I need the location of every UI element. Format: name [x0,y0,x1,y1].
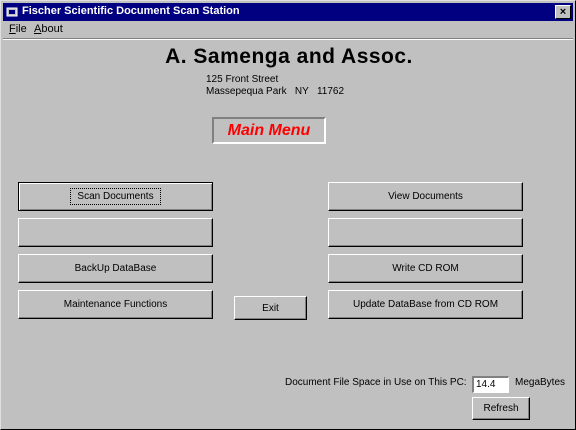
view-documents-button[interactable]: View Documents [328,182,523,211]
scan-documents-button[interactable]: Scan Documents [18,182,213,211]
close-icon: × [559,6,567,18]
main-window: Fischer Scientific Document Scan Station… [0,0,576,430]
menu-file-rest: ile [15,23,27,35]
file-space-field[interactable]: 14.4 [472,376,509,393]
blank-left-button[interactable] [18,218,213,247]
menu-separator [3,38,573,40]
maintenance-functions-button[interactable]: Maintenance Functions [18,290,213,319]
blank-right-button[interactable] [328,218,523,247]
menu-file-accel: F [9,23,16,35]
file-space-label: Document File Space in Use on This PC: [285,377,467,388]
menu-about-rest: bout [41,23,63,35]
window-title: Fischer Scientific Document Scan Station [22,5,240,17]
menu-bar: File About [3,22,573,38]
menu-file[interactable]: File [9,23,27,35]
menu-about[interactable]: About [34,23,63,35]
company-name: A. Samenga and Assoc. [165,45,413,68]
write-cd-rom-button[interactable]: Write CD ROM [328,254,523,283]
close-button[interactable]: × [555,5,571,19]
scan-documents-label: Scan Documents [70,188,161,205]
address-line-1: 125 Front Street [206,74,279,85]
backup-database-button[interactable]: BackUp DataBase [18,254,213,283]
main-menu-label: Main Menu [212,117,326,144]
exit-button[interactable]: Exit [234,296,307,320]
app-icon [6,7,18,17]
units-label: MegaBytes [515,377,566,388]
refresh-button[interactable]: Refresh [472,397,530,420]
update-database-button[interactable]: Update DataBase from CD ROM [328,290,523,319]
address-line-2: Massepequa Park NY 11762 [206,86,345,97]
title-bar[interactable]: Fischer Scientific Document Scan Station… [3,3,573,21]
